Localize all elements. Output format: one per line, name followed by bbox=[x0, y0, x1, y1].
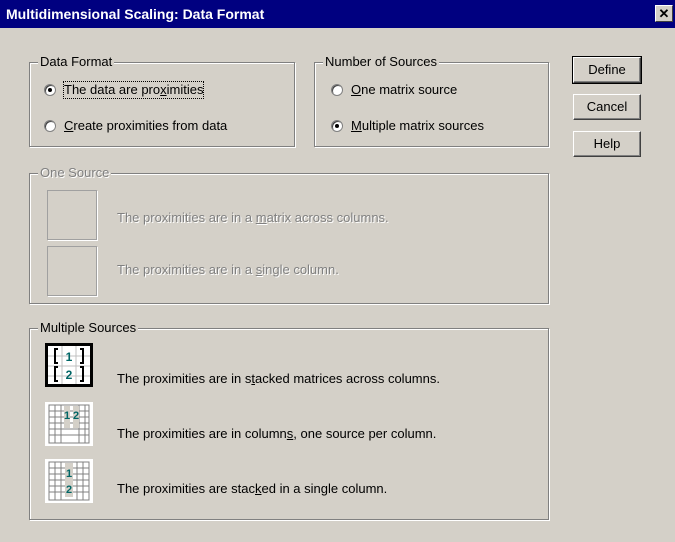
number-of-sources-group: Number of Sources One matrix source Mult… bbox=[314, 54, 549, 147]
columns-per-source-icon: 1 2 bbox=[48, 404, 90, 444]
radio-create-proximities[interactable]: Create proximities from data bbox=[44, 117, 227, 135]
columns-per-source-option-button[interactable]: 1 2 bbox=[45, 402, 93, 446]
multiple-option-3-text: The proximities are stacked in a single … bbox=[117, 481, 388, 496]
number-of-sources-legend: Number of Sources bbox=[323, 54, 439, 70]
cancel-button[interactable]: Cancel bbox=[573, 94, 641, 120]
one-source-option-2-text: The proximities are in a single column. bbox=[117, 262, 339, 277]
one-source-legend: One Source bbox=[38, 165, 112, 181]
one-source-group: One Source The proximities are in a matr… bbox=[29, 165, 549, 304]
close-icon: ✕ bbox=[658, 6, 670, 21]
icon-digit-2: 2 bbox=[73, 410, 79, 422]
icon-digit-1: 1 bbox=[66, 350, 73, 364]
dialog-title: Multidimensional Scaling: Data Format bbox=[6, 6, 265, 22]
matrix-across-columns-option bbox=[47, 190, 97, 240]
data-format-legend: Data Format bbox=[38, 54, 115, 70]
multiple-sources-group: Multiple Sources 1 2 The proximities are… bbox=[29, 320, 549, 520]
one-source-option-1-text: The proximities are in a matrix across c… bbox=[117, 210, 389, 225]
radio-button-checked[interactable] bbox=[331, 120, 343, 132]
title-bar: Multidimensional Scaling: Data Format ✕ bbox=[0, 0, 675, 28]
data-format-group: Data Format The data are proximities Cre… bbox=[29, 54, 295, 147]
stacked-single-column-option-button[interactable]: 1 2 bbox=[45, 459, 93, 503]
radio-label-data-are-proximities: The data are proximities bbox=[62, 81, 205, 99]
stacked-matrices-option-button[interactable]: 1 2 bbox=[45, 343, 93, 387]
radio-multiple-matrix-sources[interactable]: Multiple matrix sources bbox=[331, 117, 484, 135]
stacked-matrices-icon: 1 2 bbox=[48, 346, 90, 384]
radio-one-matrix-source[interactable]: One matrix source bbox=[331, 81, 457, 99]
single-column-option bbox=[47, 246, 97, 296]
help-button[interactable]: Help bbox=[573, 131, 641, 157]
multiple-sources-legend: Multiple Sources bbox=[38, 320, 139, 336]
icon-digit-2: 2 bbox=[66, 368, 73, 382]
stacked-single-column-icon: 1 2 bbox=[48, 461, 90, 501]
icon-digit-1: 1 bbox=[66, 468, 72, 480]
radio-label-create-proximities: Create proximities from data bbox=[64, 118, 228, 133]
radio-button[interactable] bbox=[44, 120, 56, 132]
mds-data-format-dialog: Multidimensional Scaling: Data Format ✕ … bbox=[0, 0, 675, 542]
define-button[interactable]: Define bbox=[572, 56, 642, 84]
radio-data-are-proximities[interactable]: The data are proximities bbox=[44, 81, 205, 99]
multiple-option-2-text: The proximities are in columns, one sour… bbox=[117, 426, 437, 441]
multiple-option-1-text: The proximities are in stacked matrices … bbox=[117, 371, 440, 386]
radio-button[interactable] bbox=[331, 84, 343, 96]
radio-label-multiple-matrix-sources: Multiple matrix sources bbox=[351, 118, 484, 133]
icon-digit-1: 1 bbox=[64, 410, 70, 422]
radio-button-checked[interactable] bbox=[44, 84, 56, 96]
radio-label-one-matrix-source: One matrix source bbox=[351, 82, 458, 97]
icon-digit-2: 2 bbox=[66, 484, 72, 496]
close-button[interactable]: ✕ bbox=[655, 5, 673, 22]
